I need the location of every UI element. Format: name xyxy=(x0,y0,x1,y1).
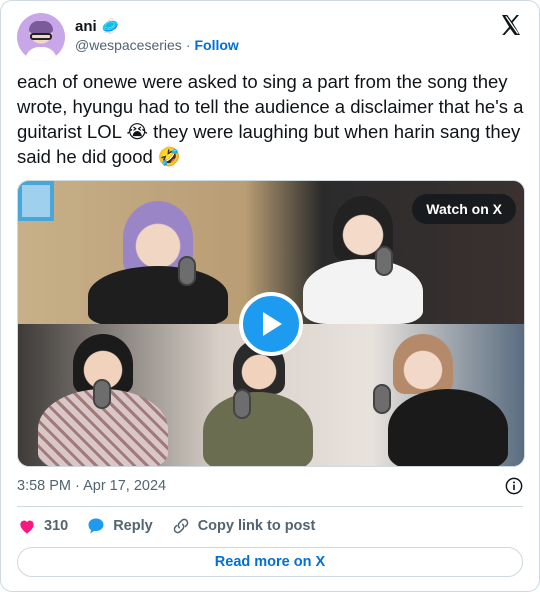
person-green-jacket xyxy=(203,392,313,466)
video-thumbnail[interactable]: Watch on X xyxy=(17,180,525,467)
divider xyxy=(17,506,523,507)
copy-link-button[interactable]: Copy link to post xyxy=(171,516,316,536)
heart-icon xyxy=(20,520,34,534)
avatar-body xyxy=(25,47,57,61)
tweet-text: each of onewe were asked to sing a part … xyxy=(17,71,524,167)
copy-link-label: Copy link to post xyxy=(197,518,316,534)
display-name[interactable]: ani xyxy=(75,18,97,35)
name-row: ani 🥏 xyxy=(75,16,119,36)
person-black-hoodie xyxy=(88,266,228,326)
person-headphones xyxy=(393,334,453,394)
read-more-button[interactable]: Read more on X xyxy=(17,547,523,577)
mic-right-top xyxy=(375,246,393,276)
follow-button[interactable]: Follow xyxy=(194,37,238,53)
handle-row: @wespaceseries · Follow xyxy=(75,37,239,53)
mic-left-top xyxy=(178,256,196,286)
avatar-glasses xyxy=(30,33,52,40)
watch-on-x-button[interactable]: Watch on X xyxy=(412,194,516,224)
person-black-jacket xyxy=(388,389,508,466)
like-count: 310 xyxy=(44,518,69,534)
tweet-header: ani 🥏 @wespaceseries · Follow xyxy=(17,13,523,63)
reply-bubble-icon xyxy=(88,518,104,534)
mic-left-bottom xyxy=(93,379,111,409)
actions-bar: 310 Reply Copy link to post xyxy=(17,515,315,537)
meta-row: 3:58 PM · Apr 17, 2024 xyxy=(17,475,523,497)
mic-right-bottom xyxy=(373,384,391,414)
user-handle[interactable]: @wespaceseries xyxy=(75,37,182,53)
info-icon[interactable] xyxy=(505,477,523,495)
play-button[interactable] xyxy=(239,292,303,356)
mic-center-bottom xyxy=(233,389,251,419)
timestamp[interactable]: 3:58 PM · Apr 17, 2024 xyxy=(17,478,166,494)
link-icon xyxy=(173,518,188,534)
tweet-card: ani 🥏 @wespaceseries · Follow each of on… xyxy=(0,0,540,592)
x-logo-icon[interactable] xyxy=(499,13,523,37)
like-button[interactable]: 310 xyxy=(17,516,68,536)
avatar-hair xyxy=(29,21,53,33)
reply-label: Reply xyxy=(113,518,153,534)
play-icon xyxy=(263,312,282,336)
studio-window xyxy=(18,181,54,221)
handle-separator: · xyxy=(185,37,191,53)
person-white-shirt xyxy=(303,259,423,324)
name-emoji: 🥏 xyxy=(101,17,120,34)
avatar[interactable] xyxy=(17,13,65,61)
reply-button[interactable]: Reply xyxy=(86,516,153,536)
